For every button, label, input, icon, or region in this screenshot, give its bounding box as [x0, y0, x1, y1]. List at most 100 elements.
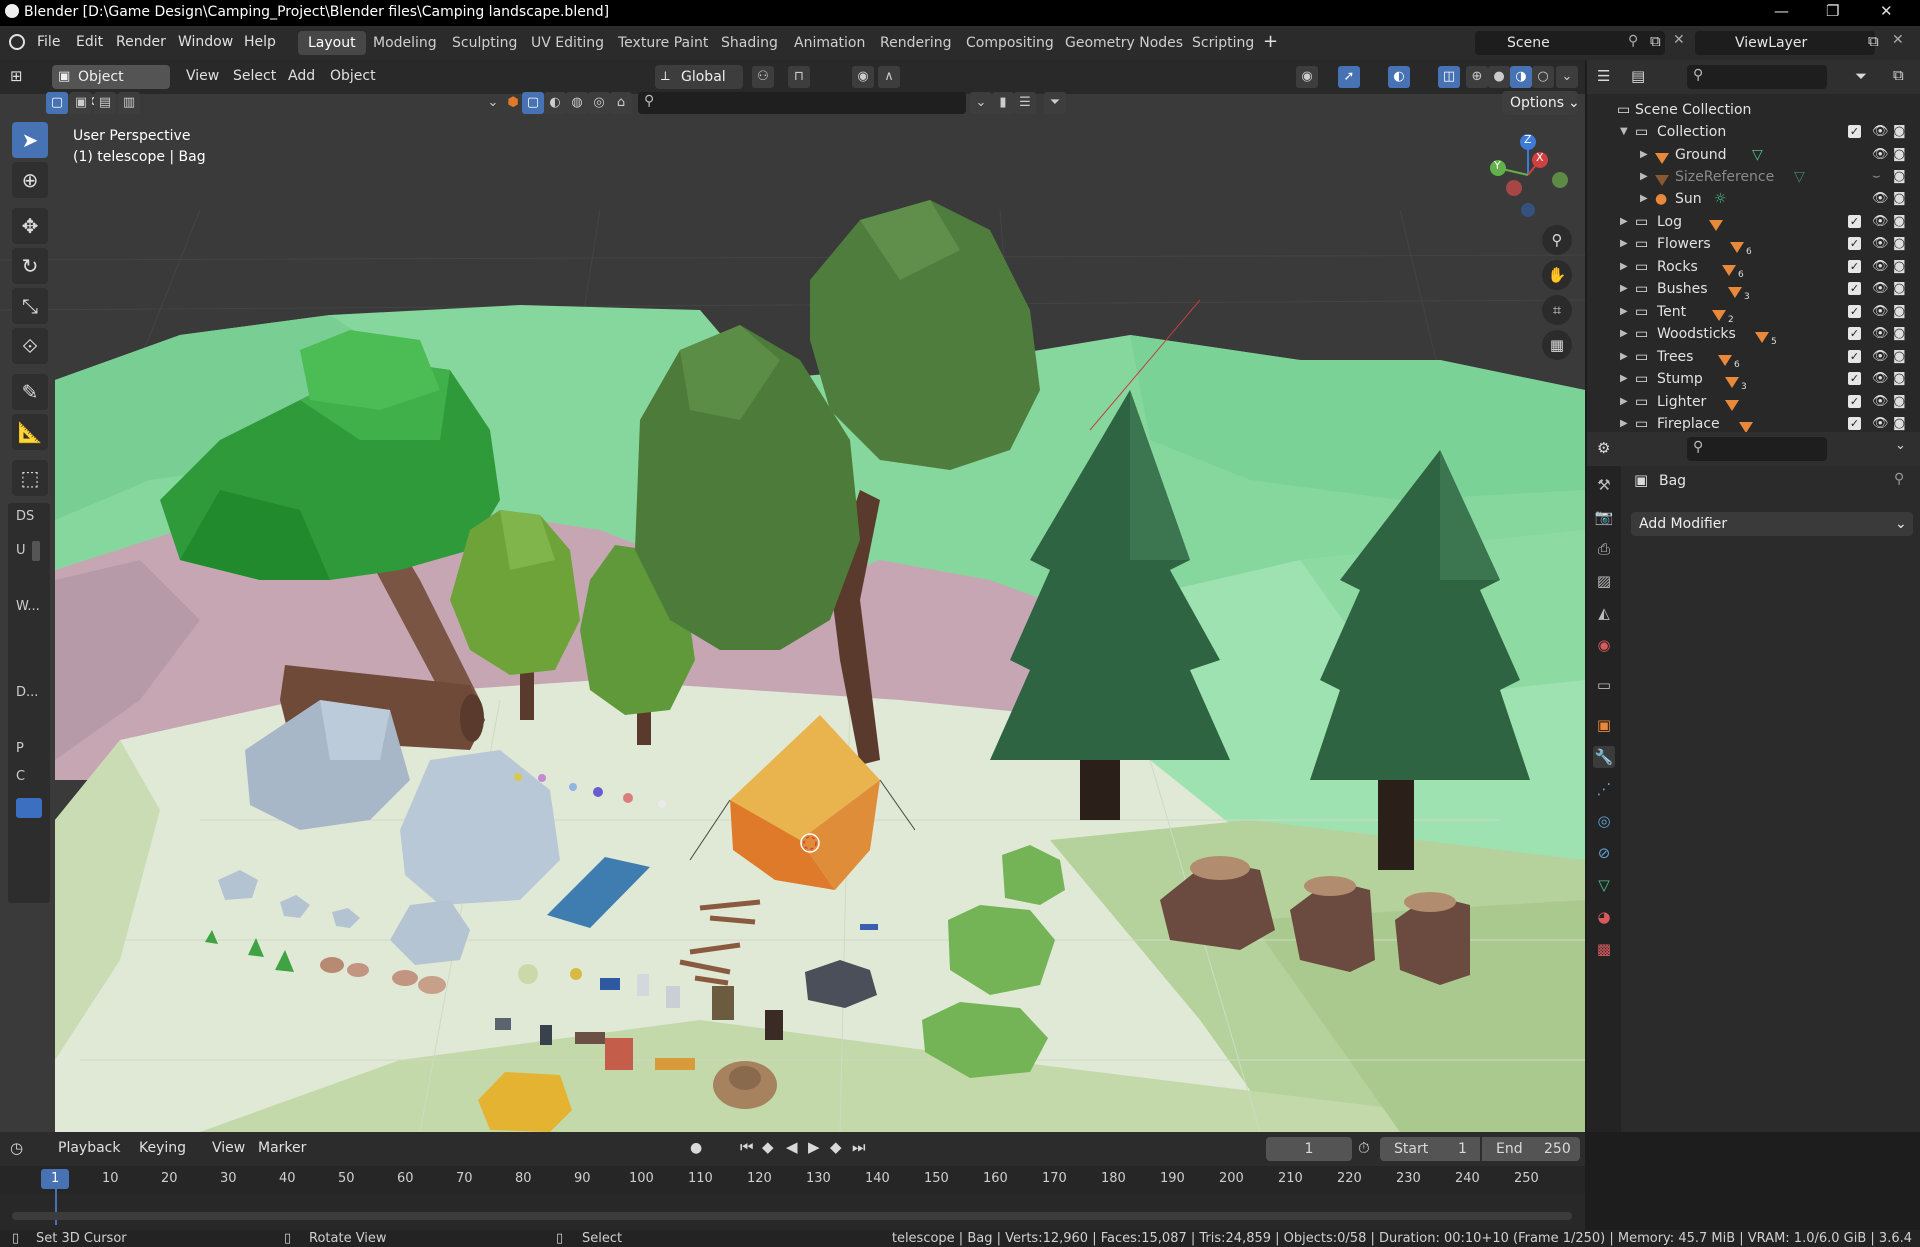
- exclude-checkbox[interactable]: ✓: [1848, 305, 1861, 318]
- data-tab-icon[interactable]: ▽: [1593, 874, 1615, 896]
- outliner-filter-icon[interactable]: ⏷: [1855, 67, 1867, 85]
- outliner-row-lighter[interactable]: ▶ ▭ Lighter ✓ 👁 ◙: [1587, 391, 1920, 413]
- pan-hand-icon[interactable]: ✋: [1542, 260, 1572, 290]
- object-filter-icon[interactable]: ▢: [522, 92, 544, 114]
- material-shading-icon[interactable]: ◑: [1510, 66, 1532, 88]
- restore-icon[interactable]: ❐: [1826, 2, 1839, 20]
- color-icon[interactable]: ⬢: [502, 92, 524, 114]
- outliner-row-sizereference[interactable]: ▶ SizeReference ▽ ⌣ ◙: [1587, 166, 1920, 188]
- menu-edit[interactable]: Edit: [76, 34, 103, 50]
- shading-options-icon[interactable]: ⌄: [1556, 66, 1578, 88]
- expand-icon[interactable]: ▶: [1620, 256, 1628, 278]
- bookmark-icon[interactable]: ▮: [992, 92, 1014, 114]
- eye-icon[interactable]: 👁: [1872, 121, 1889, 143]
- camera-render-icon[interactable]: ◙: [1893, 323, 1906, 345]
- 3d-viewport[interactable]: ⊞ ▣ Object Mode View Select Add Object ⟂…: [0, 60, 1585, 1132]
- play-reverse-icon[interactable]: ◀: [786, 1138, 798, 1156]
- tool-tab-icon[interactable]: ⚒: [1593, 474, 1615, 496]
- output-tab-icon[interactable]: ⎙: [1593, 538, 1615, 560]
- grid-perspective-icon[interactable]: ▦: [1542, 330, 1572, 360]
- rendered-shading-icon[interactable]: ○: [1532, 66, 1554, 88]
- outliner-row-scene-collection[interactable]: ▭ Scene Collection: [1587, 99, 1920, 121]
- outliner-row-rocks[interactable]: ▶ ▭ Rocks 6 ✓ 👁 ◙: [1587, 256, 1920, 280]
- tab-animation[interactable]: Animation: [784, 31, 875, 55]
- timeline-menu-view[interactable]: View: [212, 1140, 245, 1156]
- properties-options-icon[interactable]: ⌄: [1895, 438, 1906, 453]
- tab-scripting[interactable]: Scripting: [1182, 31, 1264, 55]
- visibility-icon[interactable]: ◉: [1296, 66, 1318, 88]
- new-scene-icon[interactable]: ⧉: [1650, 32, 1661, 50]
- exclude-checkbox[interactable]: ✓: [1848, 372, 1861, 385]
- exclude-checkbox[interactable]: ✓: [1848, 260, 1861, 273]
- world-filter-icon[interactable]: ◎: [588, 92, 610, 114]
- outliner-row-collection[interactable]: ▼ ▭ Collection ✓ 👁 ◙: [1587, 121, 1920, 143]
- camera-render-icon[interactable]: ◙: [1893, 256, 1906, 278]
- pivot-icon[interactable]: ⚇: [752, 66, 774, 88]
- outliner-search-input[interactable]: ⚲: [1687, 65, 1827, 89]
- cursor-tool-icon[interactable]: ⊕: [12, 162, 48, 198]
- tab-layout[interactable]: Layout: [298, 31, 366, 55]
- properties-search-input[interactable]: ⚲: [1687, 437, 1827, 461]
- camera-render-icon[interactable]: ◙: [1893, 121, 1906, 143]
- outliner-row-stump[interactable]: ▶ ▭ Stump 3 ✓ 👁 ◙: [1587, 368, 1920, 392]
- eye-icon[interactable]: 👁: [1872, 188, 1889, 210]
- overlay-toggle-icon[interactable]: ◐: [1388, 66, 1410, 88]
- snap-icon[interactable]: ⊓: [788, 66, 810, 88]
- camera-render-icon[interactable]: ◙: [1893, 188, 1906, 210]
- camera-render-icon[interactable]: ◙: [1893, 301, 1906, 323]
- exclude-checkbox[interactable]: ✓: [1848, 417, 1861, 430]
- modifier-tab-icon[interactable]: 🔧: [1593, 746, 1615, 768]
- outliner-row-bushes[interactable]: ▶ ▭ Bushes 3 ✓ 👁 ◙: [1587, 278, 1920, 302]
- render-tab-icon[interactable]: 📷: [1593, 506, 1615, 528]
- outliner-editor-icon[interactable]: ☰: [1597, 67, 1610, 85]
- exclude-checkbox[interactable]: ✓: [1848, 395, 1861, 408]
- collection-tab-icon[interactable]: ▭: [1593, 674, 1615, 696]
- close-icon[interactable]: ✕: [1880, 2, 1893, 20]
- eye-icon[interactable]: 👁: [1872, 391, 1889, 413]
- add-workspace-icon[interactable]: +: [1263, 31, 1278, 52]
- tab-geometry-nodes[interactable]: Geometry Nodes: [1055, 31, 1193, 55]
- camera-render-icon[interactable]: ◙: [1893, 391, 1906, 413]
- eye-icon[interactable]: 👁: [1872, 144, 1889, 166]
- expand-icon[interactable]: ▶: [1620, 413, 1628, 432]
- eye-icon[interactable]: 👁: [1872, 346, 1889, 368]
- select-subtract-icon[interactable]: ▤: [94, 92, 116, 114]
- select-extend-icon[interactable]: ▣: [70, 92, 92, 114]
- eye-icon[interactable]: 👁: [1872, 368, 1889, 390]
- expand-icon[interactable]: ▶: [1620, 346, 1628, 368]
- funnel-icon[interactable]: ⏷: [1044, 92, 1066, 114]
- expand-icon[interactable]: ▶: [1620, 368, 1628, 390]
- sort-icon[interactable]: ⌄: [970, 92, 992, 114]
- particles-tab-icon[interactable]: ⋰: [1593, 778, 1615, 800]
- add-modifier-dropdown[interactable]: Add Modifier ⌄: [1631, 512, 1913, 536]
- mode-selector[interactable]: ▣ Object Mode: [52, 65, 170, 109]
- expand-icon[interactable]: ▶: [1620, 278, 1628, 300]
- outliner-row-log[interactable]: ▶ ▭ Log ✓ 👁 ◙: [1587, 211, 1920, 233]
- transform-tool-icon[interactable]: ⟐: [12, 328, 48, 364]
- object-tab-icon[interactable]: ▣: [1593, 714, 1615, 736]
- outliner-row-sun[interactable]: ▶ ● Sun ☼ 👁 ◙: [1587, 188, 1920, 210]
- menu-window[interactable]: Window: [178, 34, 233, 50]
- tab-shading[interactable]: Shading: [711, 31, 788, 55]
- jump-end-icon[interactable]: ⏭: [852, 1138, 866, 1156]
- camera-render-icon[interactable]: ◙: [1893, 413, 1906, 432]
- exclude-checkbox[interactable]: ✓: [1848, 350, 1861, 363]
- camera-render-icon[interactable]: ◙: [1893, 368, 1906, 390]
- pin-properties-icon[interactable]: ⚲: [1894, 471, 1904, 487]
- expand-icon[interactable]: ▶: [1640, 166, 1648, 188]
- select-invert-icon[interactable]: ▥: [118, 92, 140, 114]
- physics-tab-icon[interactable]: ◎: [1593, 810, 1615, 832]
- eye-icon[interactable]: 👁: [1872, 233, 1889, 255]
- viewport-menu-add[interactable]: Add: [288, 68, 315, 84]
- tab-modeling[interactable]: Modeling: [363, 31, 447, 55]
- timeline-menu-playback[interactable]: Playback: [58, 1140, 120, 1156]
- timeline-menu-marker[interactable]: Marker: [258, 1140, 306, 1156]
- constraints-tab-icon[interactable]: ⊘: [1593, 842, 1615, 864]
- editor-type-icon[interactable]: ⊞: [10, 67, 23, 85]
- select-box-tool-icon[interactable]: ➤: [12, 122, 48, 158]
- camera-render-icon[interactable]: ◙: [1893, 166, 1906, 188]
- prev-keyframe-icon[interactable]: ◆: [762, 1138, 774, 1156]
- outliner-row-tent[interactable]: ▶ ▭ Tent 2 ✓ 👁 ◙: [1587, 301, 1920, 325]
- texture-tab-icon[interactable]: ▩: [1593, 938, 1615, 960]
- material-tab-icon[interactable]: ◕: [1593, 906, 1615, 928]
